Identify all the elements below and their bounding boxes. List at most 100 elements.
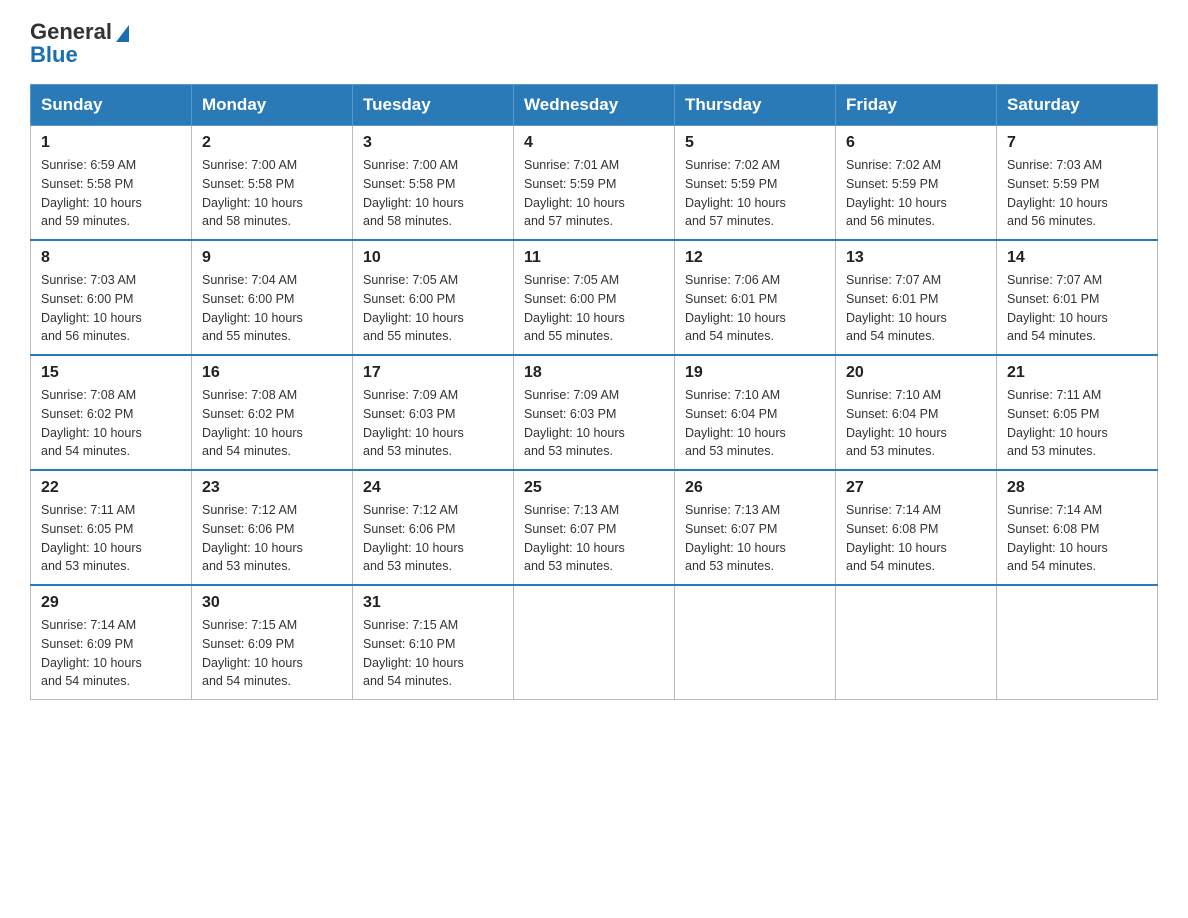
day-cell: 11 Sunrise: 7:05 AMSunset: 6:00 PMDaylig… (514, 240, 675, 355)
day-info: Sunrise: 7:13 AMSunset: 6:07 PMDaylight:… (524, 501, 664, 576)
day-info: Sunrise: 7:00 AMSunset: 5:58 PMDaylight:… (363, 156, 503, 231)
day-number: 27 (846, 479, 986, 497)
day-number: 18 (524, 364, 664, 382)
day-number: 16 (202, 364, 342, 382)
day-cell: 7 Sunrise: 7:03 AMSunset: 5:59 PMDayligh… (997, 126, 1158, 241)
day-number: 31 (363, 594, 503, 612)
day-info: Sunrise: 7:05 AMSunset: 6:00 PMDaylight:… (524, 271, 664, 346)
logo-blue: Blue (30, 44, 78, 66)
day-cell (514, 585, 675, 700)
day-cell: 8 Sunrise: 7:03 AMSunset: 6:00 PMDayligh… (31, 240, 192, 355)
day-cell: 14 Sunrise: 7:07 AMSunset: 6:01 PMDaylig… (997, 240, 1158, 355)
day-number: 21 (1007, 364, 1147, 382)
day-info: Sunrise: 7:08 AMSunset: 6:02 PMDaylight:… (41, 386, 181, 461)
day-cell: 1 Sunrise: 6:59 AMSunset: 5:58 PMDayligh… (31, 126, 192, 241)
col-header-wednesday: Wednesday (514, 85, 675, 126)
col-header-friday: Friday (836, 85, 997, 126)
day-info: Sunrise: 7:01 AMSunset: 5:59 PMDaylight:… (524, 156, 664, 231)
week-row-2: 8 Sunrise: 7:03 AMSunset: 6:00 PMDayligh… (31, 240, 1158, 355)
day-cell: 27 Sunrise: 7:14 AMSunset: 6:08 PMDaylig… (836, 470, 997, 585)
col-header-saturday: Saturday (997, 85, 1158, 126)
day-cell: 20 Sunrise: 7:10 AMSunset: 6:04 PMDaylig… (836, 355, 997, 470)
day-number: 28 (1007, 479, 1147, 497)
day-info: Sunrise: 7:15 AMSunset: 6:10 PMDaylight:… (363, 616, 503, 691)
day-number: 29 (41, 594, 181, 612)
day-cell (675, 585, 836, 700)
day-cell (836, 585, 997, 700)
day-cell: 28 Sunrise: 7:14 AMSunset: 6:08 PMDaylig… (997, 470, 1158, 585)
day-cell: 18 Sunrise: 7:09 AMSunset: 6:03 PMDaylig… (514, 355, 675, 470)
day-cell: 22 Sunrise: 7:11 AMSunset: 6:05 PMDaylig… (31, 470, 192, 585)
day-cell: 24 Sunrise: 7:12 AMSunset: 6:06 PMDaylig… (353, 470, 514, 585)
day-number: 6 (846, 134, 986, 152)
day-info: Sunrise: 7:09 AMSunset: 6:03 PMDaylight:… (524, 386, 664, 461)
day-cell: 31 Sunrise: 7:15 AMSunset: 6:10 PMDaylig… (353, 585, 514, 700)
day-number: 8 (41, 249, 181, 267)
day-info: Sunrise: 7:04 AMSunset: 6:00 PMDaylight:… (202, 271, 342, 346)
day-number: 3 (363, 134, 503, 152)
day-number: 11 (524, 249, 664, 267)
day-info: Sunrise: 7:00 AMSunset: 5:58 PMDaylight:… (202, 156, 342, 231)
day-info: Sunrise: 7:03 AMSunset: 6:00 PMDaylight:… (41, 271, 181, 346)
day-cell: 15 Sunrise: 7:08 AMSunset: 6:02 PMDaylig… (31, 355, 192, 470)
day-number: 25 (524, 479, 664, 497)
day-info: Sunrise: 7:11 AMSunset: 6:05 PMDaylight:… (1007, 386, 1147, 461)
day-info: Sunrise: 7:09 AMSunset: 6:03 PMDaylight:… (363, 386, 503, 461)
day-info: Sunrise: 7:11 AMSunset: 6:05 PMDaylight:… (41, 501, 181, 576)
day-number: 23 (202, 479, 342, 497)
day-cell: 23 Sunrise: 7:12 AMSunset: 6:06 PMDaylig… (192, 470, 353, 585)
day-number: 14 (1007, 249, 1147, 267)
day-cell: 9 Sunrise: 7:04 AMSunset: 6:00 PMDayligh… (192, 240, 353, 355)
day-number: 19 (685, 364, 825, 382)
logo-general: General (30, 20, 112, 44)
day-number: 20 (846, 364, 986, 382)
day-cell: 6 Sunrise: 7:02 AMSunset: 5:59 PMDayligh… (836, 126, 997, 241)
day-cell: 10 Sunrise: 7:05 AMSunset: 6:00 PMDaylig… (353, 240, 514, 355)
day-info: Sunrise: 6:59 AMSunset: 5:58 PMDaylight:… (41, 156, 181, 231)
day-info: Sunrise: 7:14 AMSunset: 6:08 PMDaylight:… (1007, 501, 1147, 576)
day-cell: 3 Sunrise: 7:00 AMSunset: 5:58 PMDayligh… (353, 126, 514, 241)
day-info: Sunrise: 7:15 AMSunset: 6:09 PMDaylight:… (202, 616, 342, 691)
day-info: Sunrise: 7:10 AMSunset: 6:04 PMDaylight:… (846, 386, 986, 461)
logo: General Blue (30, 20, 129, 66)
day-cell: 25 Sunrise: 7:13 AMSunset: 6:07 PMDaylig… (514, 470, 675, 585)
day-cell: 19 Sunrise: 7:10 AMSunset: 6:04 PMDaylig… (675, 355, 836, 470)
day-info: Sunrise: 7:02 AMSunset: 5:59 PMDaylight:… (685, 156, 825, 231)
week-row-4: 22 Sunrise: 7:11 AMSunset: 6:05 PMDaylig… (31, 470, 1158, 585)
day-number: 12 (685, 249, 825, 267)
day-cell: 29 Sunrise: 7:14 AMSunset: 6:09 PMDaylig… (31, 585, 192, 700)
day-number: 13 (846, 249, 986, 267)
day-cell: 17 Sunrise: 7:09 AMSunset: 6:03 PMDaylig… (353, 355, 514, 470)
day-info: Sunrise: 7:05 AMSunset: 6:00 PMDaylight:… (363, 271, 503, 346)
day-number: 4 (524, 134, 664, 152)
day-number: 1 (41, 134, 181, 152)
logo-text: General (30, 20, 112, 44)
col-header-monday: Monday (192, 85, 353, 126)
day-info: Sunrise: 7:07 AMSunset: 6:01 PMDaylight:… (846, 271, 986, 346)
col-header-sunday: Sunday (31, 85, 192, 126)
day-info: Sunrise: 7:08 AMSunset: 6:02 PMDaylight:… (202, 386, 342, 461)
day-cell: 2 Sunrise: 7:00 AMSunset: 5:58 PMDayligh… (192, 126, 353, 241)
day-cell (997, 585, 1158, 700)
day-number: 9 (202, 249, 342, 267)
day-cell: 16 Sunrise: 7:08 AMSunset: 6:02 PMDaylig… (192, 355, 353, 470)
day-cell: 5 Sunrise: 7:02 AMSunset: 5:59 PMDayligh… (675, 126, 836, 241)
page-header: General Blue (30, 20, 1158, 66)
day-info: Sunrise: 7:02 AMSunset: 5:59 PMDaylight:… (846, 156, 986, 231)
col-header-thursday: Thursday (675, 85, 836, 126)
calendar-header-row: SundayMondayTuesdayWednesdayThursdayFrid… (31, 85, 1158, 126)
day-number: 24 (363, 479, 503, 497)
day-number: 17 (363, 364, 503, 382)
day-cell: 4 Sunrise: 7:01 AMSunset: 5:59 PMDayligh… (514, 126, 675, 241)
day-cell: 30 Sunrise: 7:15 AMSunset: 6:09 PMDaylig… (192, 585, 353, 700)
week-row-3: 15 Sunrise: 7:08 AMSunset: 6:02 PMDaylig… (31, 355, 1158, 470)
day-info: Sunrise: 7:12 AMSunset: 6:06 PMDaylight:… (363, 501, 503, 576)
day-info: Sunrise: 7:10 AMSunset: 6:04 PMDaylight:… (685, 386, 825, 461)
week-row-1: 1 Sunrise: 6:59 AMSunset: 5:58 PMDayligh… (31, 126, 1158, 241)
day-number: 5 (685, 134, 825, 152)
day-number: 26 (685, 479, 825, 497)
day-info: Sunrise: 7:07 AMSunset: 6:01 PMDaylight:… (1007, 271, 1147, 346)
day-number: 7 (1007, 134, 1147, 152)
day-cell: 13 Sunrise: 7:07 AMSunset: 6:01 PMDaylig… (836, 240, 997, 355)
day-number: 22 (41, 479, 181, 497)
